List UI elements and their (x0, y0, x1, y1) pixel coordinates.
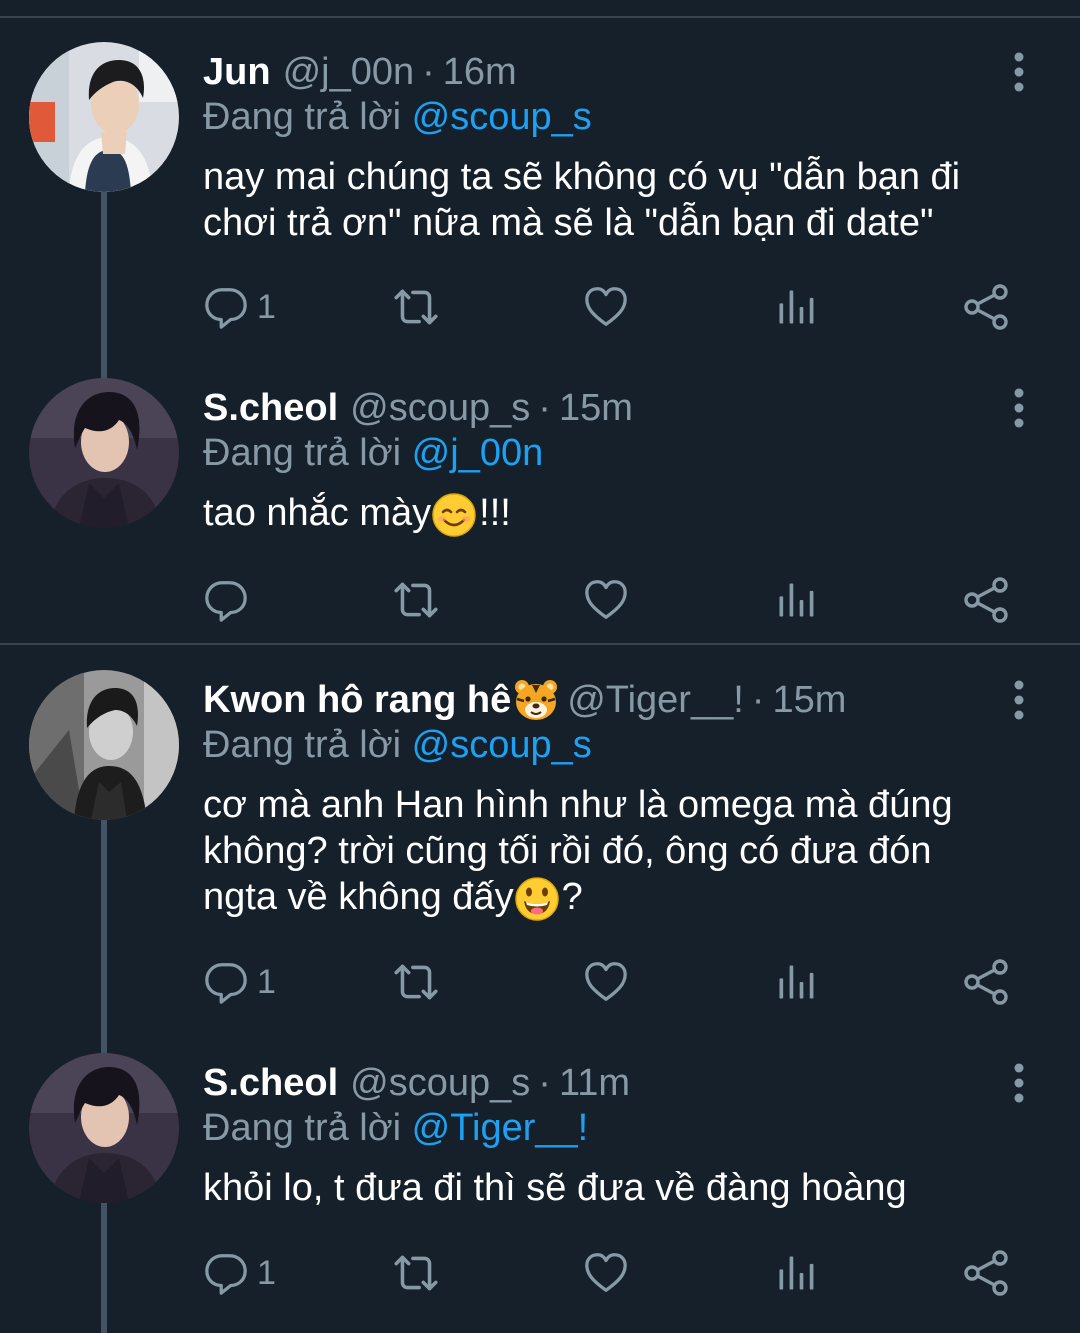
share-button[interactable] (962, 952, 1010, 1012)
action-bar (0, 570, 1080, 630)
reply-icon (203, 959, 249, 1005)
analytics-icon (774, 1251, 818, 1295)
tweet-text-line: chơi trả ơn" nữa mà sẽ là "dẫn bạn đi da… (203, 202, 934, 244)
avatar-scheol[interactable] (29, 1053, 179, 1203)
tweet-text: khỏi lo, t đưa đi thì sẽ đưa về đàng hoà… (203, 1165, 1023, 1211)
share-icon (962, 958, 1010, 1006)
thread-divider (0, 643, 1080, 645)
retweet-button[interactable] (391, 277, 441, 337)
like-button[interactable] (583, 1243, 629, 1303)
reply-icon (203, 577, 249, 623)
replying-to: Đang trả lời @scoup_s (203, 90, 592, 144)
like-icon (583, 577, 629, 623)
retweet-icon (391, 575, 441, 625)
retweet-icon (391, 1248, 441, 1298)
grinning-tongue-emoji (514, 877, 559, 921)
more-options-icon[interactable] (1004, 1063, 1034, 1103)
replying-to: Đang trả lời @scoup_s (203, 718, 592, 772)
replying-to-handle[interactable]: @scoup_s (412, 724, 592, 766)
share-icon (962, 283, 1010, 331)
replying-to: Đang trả lời @Tiger__! (203, 1101, 588, 1155)
analytics-icon (774, 285, 818, 329)
share-button[interactable] (962, 570, 1010, 630)
tweet-scheol-2[interactable]: S.cheol @scoup_s · 11m Đang trả lời @Tig… (0, 1053, 1080, 1333)
retweet-icon (391, 282, 441, 332)
tweet-text-part: tao nhắc mày (203, 492, 432, 534)
analytics-icon (774, 960, 818, 1004)
timestamp[interactable]: 15m (772, 670, 846, 730)
reply-button[interactable]: 1 (203, 952, 276, 1012)
replying-to-handle[interactable]: @j_00n (412, 432, 544, 474)
more-options-icon[interactable] (1004, 388, 1034, 428)
share-icon (962, 576, 1010, 624)
replying-to-label: Đang trả lời (203, 96, 402, 138)
reply-count: 1 (257, 288, 276, 326)
replying-to-handle[interactable]: @Tiger__! (412, 1107, 589, 1149)
analytics-button[interactable] (774, 952, 818, 1012)
like-button[interactable] (583, 570, 629, 630)
top-divider (0, 16, 1080, 18)
replying-to-label: Đang trả lời (203, 432, 402, 474)
reply-count: 1 (257, 1254, 276, 1292)
reply-button[interactable]: 1 (203, 277, 276, 337)
timestamp[interactable]: 15m (559, 378, 633, 438)
retweet-button[interactable] (391, 1243, 441, 1303)
tweet-text-part: ? (561, 876, 583, 918)
replying-to-label: Đang trả lời (203, 1107, 402, 1149)
avatar-jun[interactable] (29, 42, 179, 192)
replying-to-handle[interactable]: @scoup_s (412, 96, 592, 138)
like-button[interactable] (583, 952, 629, 1012)
analytics-button[interactable] (774, 570, 818, 630)
tweet-text: cơ mà anh Han hình như là omega mà đúng … (203, 782, 1023, 922)
more-options-icon[interactable] (1004, 680, 1034, 720)
more-options-icon[interactable] (1004, 52, 1034, 92)
tweet-text-line: nay mai chúng ta sẽ không có vụ "dẫn bạn… (203, 156, 961, 198)
action-bar: 1 (0, 952, 1080, 1012)
like-icon (583, 284, 629, 330)
reply-count: 1 (257, 963, 276, 1001)
share-icon (962, 1249, 1010, 1297)
avatar-scheol[interactable] (29, 378, 179, 528)
retweet-button[interactable] (391, 570, 441, 630)
analytics-button[interactable] (774, 1243, 818, 1303)
tweet-tiger[interactable]: Kwon hô rang hê @Tiger__! · 15m Đang trả… (0, 670, 1080, 1055)
like-button[interactable] (583, 277, 629, 337)
tweet-text-part: !!! (479, 492, 511, 534)
tweet-text-line: khỏi lo, t đưa đi thì sẽ đưa về đàng hoà… (203, 1167, 907, 1209)
share-button[interactable] (962, 277, 1010, 337)
reply-icon (203, 284, 249, 330)
tweet-jun[interactable]: Jun @j_00n · 16m Đang trả lời @scoup_s n… (0, 42, 1080, 382)
tweet-text-line: không? trời cũng tối rồi đó, ông có đưa … (203, 830, 932, 872)
reply-icon (203, 1250, 249, 1296)
tweet-text-line: tao nhắc mày !!! (203, 490, 1023, 538)
retweet-icon (391, 957, 441, 1007)
tweet-scheol-1[interactable]: S.cheol @scoup_s · 15m Đang trả lời @j_0… (0, 378, 1080, 638)
analytics-button[interactable] (774, 277, 818, 337)
thread-connector-line (101, 820, 107, 1055)
like-icon (583, 1250, 629, 1296)
reply-button[interactable]: 1 (203, 1243, 276, 1303)
tiger-face-emoji (515, 680, 558, 720)
tweet-text-line: ngta về không đấy ? (203, 874, 1023, 922)
smiling-face-emoji (432, 493, 476, 537)
reply-button[interactable] (203, 570, 257, 630)
replying-to-label: Đang trả lời (203, 724, 402, 766)
like-icon (583, 959, 629, 1005)
analytics-icon (774, 578, 818, 622)
action-bar: 1 (0, 1243, 1080, 1303)
tweet-text: tao nhắc mày !!! (203, 490, 1023, 538)
user-handle[interactable]: @Tiger__! (567, 670, 744, 730)
action-bar: 1 (0, 277, 1080, 337)
avatar-tiger[interactable] (29, 670, 179, 820)
replying-to: Đang trả lời @j_00n (203, 426, 543, 480)
retweet-button[interactable] (391, 952, 441, 1012)
separator-dot: · (751, 679, 765, 721)
tweet-text-part: ngta về không đấy (203, 876, 514, 918)
share-button[interactable] (962, 1243, 1010, 1303)
tweet-text-line: cơ mà anh Han hình như là omega mà đúng (203, 784, 953, 826)
tweet-text: nay mai chúng ta sẽ không có vụ "dẫn bạn… (203, 154, 1023, 246)
